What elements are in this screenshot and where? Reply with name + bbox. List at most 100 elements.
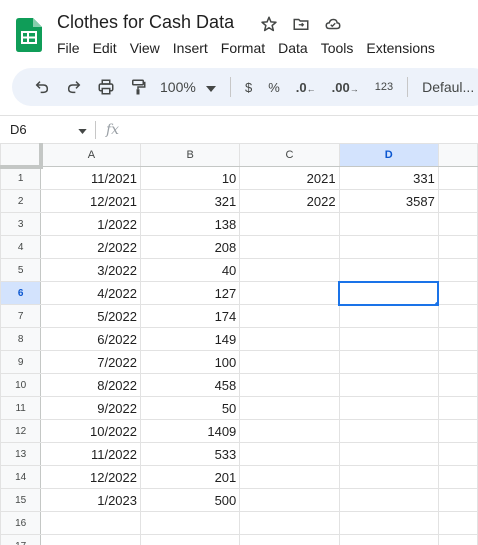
row-header[interactable]: 14 (0, 465, 42, 489)
row-header[interactable]: 1 (0, 166, 42, 190)
row-header[interactable]: 7 (0, 304, 42, 328)
cell-e10[interactable] (437, 373, 478, 397)
cell-c12[interactable] (239, 419, 340, 443)
cell-b9[interactable]: 100 (139, 350, 241, 374)
cell-e7[interactable] (437, 304, 478, 328)
cell-c3[interactable] (239, 212, 340, 236)
cell-d14[interactable] (338, 465, 439, 489)
cell-c13[interactable] (239, 442, 340, 466)
cell-b5[interactable]: 40 (139, 258, 241, 282)
cell-d9[interactable] (338, 350, 439, 374)
cell-d8[interactable] (338, 327, 439, 351)
row-header[interactable]: 10 (0, 373, 42, 397)
cell-b12[interactable]: 1409 (139, 419, 241, 443)
row-header[interactable]: 4 (0, 235, 42, 259)
menu-view[interactable]: View (124, 38, 166, 58)
cell-a13[interactable]: 11/2022 (40, 442, 141, 466)
row-header[interactable]: 11 (0, 396, 42, 420)
document-title[interactable]: Clothes for Cash Data (57, 12, 234, 33)
column-header-b[interactable]: B (139, 143, 241, 167)
cell-e9[interactable] (437, 350, 478, 374)
cell-e1[interactable] (437, 166, 478, 190)
cell-e14[interactable] (437, 465, 478, 489)
cell-d4[interactable] (338, 235, 439, 259)
cell-a11[interactable]: 9/2022 (40, 396, 141, 420)
row-header[interactable]: 15 (0, 488, 42, 512)
cell-b11[interactable]: 50 (139, 396, 241, 420)
menu-tools[interactable]: Tools (315, 38, 360, 58)
cell-a10[interactable]: 8/2022 (40, 373, 141, 397)
cell-b8[interactable]: 149 (139, 327, 241, 351)
cell-b17[interactable] (139, 534, 241, 545)
cell-b4[interactable]: 208 (139, 235, 241, 259)
cell-a1[interactable]: 11/2021 (40, 166, 141, 190)
menu-data[interactable]: Data (272, 38, 314, 58)
cell-a8[interactable]: 6/2022 (40, 327, 141, 351)
cell-e11[interactable] (437, 396, 478, 420)
google-sheets-logo[interactable] (16, 18, 42, 52)
cell-b7[interactable]: 174 (139, 304, 241, 328)
row-header[interactable]: 2 (0, 189, 42, 213)
cell-a3[interactable]: 1/2022 (40, 212, 141, 236)
cell-e6[interactable] (437, 281, 478, 305)
zoom-select[interactable]: 100% (160, 79, 224, 95)
menu-format[interactable]: Format (215, 38, 271, 58)
cloud-status-icon[interactable] (322, 13, 344, 35)
cell-d12[interactable] (338, 419, 439, 443)
format-currency-button[interactable]: $ (237, 80, 260, 95)
cell-d5[interactable] (338, 258, 439, 282)
cell-b13[interactable]: 533 (139, 442, 241, 466)
cell-d7[interactable] (338, 304, 439, 328)
cell-d13[interactable] (338, 442, 439, 466)
select-all-corner[interactable] (0, 143, 43, 169)
cell-a15[interactable]: 1/2023 (40, 488, 141, 512)
cell-e13[interactable] (437, 442, 478, 466)
column-header-c[interactable]: C (239, 143, 340, 167)
column-header-e[interactable] (437, 143, 478, 167)
redo-icon[interactable] (58, 72, 90, 102)
name-box[interactable]: D6 (0, 122, 95, 137)
cell-a16[interactable] (40, 511, 141, 535)
menu-file[interactable]: File (51, 38, 86, 58)
move-to-folder-icon[interactable] (290, 13, 312, 35)
undo-icon[interactable] (26, 72, 58, 102)
cell-d1[interactable]: 331 (338, 166, 439, 190)
cell-c14[interactable] (239, 465, 340, 489)
cell-a7[interactable]: 5/2022 (40, 304, 141, 328)
cell-b6[interactable]: 127 (139, 281, 241, 305)
cell-a12[interactable]: 10/2022 (40, 419, 141, 443)
print-icon[interactable] (90, 72, 122, 102)
cell-d16[interactable] (338, 511, 439, 535)
cell-a4[interactable]: 2/2022 (40, 235, 141, 259)
row-header[interactable]: 12 (0, 419, 42, 443)
cell-a9[interactable]: 7/2022 (40, 350, 141, 374)
cell-c9[interactable] (239, 350, 340, 374)
cell-e12[interactable] (437, 419, 478, 443)
cell-c15[interactable] (239, 488, 340, 512)
cell-e4[interactable] (437, 235, 478, 259)
cell-d10[interactable] (338, 373, 439, 397)
cell-c11[interactable] (239, 396, 340, 420)
formula-input[interactable] (119, 120, 478, 140)
row-header[interactable]: 3 (0, 212, 42, 236)
cell-c4[interactable] (239, 235, 340, 259)
cell-d15[interactable] (338, 488, 439, 512)
more-formats-button[interactable]: 123 (367, 81, 401, 93)
cell-a17[interactable] (40, 534, 141, 545)
cell-c2[interactable]: 2022 (239, 189, 340, 213)
cell-e15[interactable] (437, 488, 478, 512)
menu-insert[interactable]: Insert (167, 38, 214, 58)
cell-d3[interactable] (338, 212, 439, 236)
cell-e17[interactable] (437, 534, 478, 545)
row-header[interactable]: 5 (0, 258, 42, 282)
menu-extensions[interactable]: Extensions (360, 38, 440, 58)
cell-a14[interactable]: 12/2022 (40, 465, 141, 489)
cell-b16[interactable] (139, 511, 241, 535)
cell-c1[interactable]: 2021 (239, 166, 340, 190)
decrease-decimal-button[interactable]: .0← (288, 80, 324, 95)
cell-e8[interactable] (437, 327, 478, 351)
paint-format-icon[interactable] (122, 72, 154, 102)
cell-c8[interactable] (239, 327, 340, 351)
cell-c6[interactable] (239, 281, 340, 305)
cell-c17[interactable] (239, 534, 340, 545)
